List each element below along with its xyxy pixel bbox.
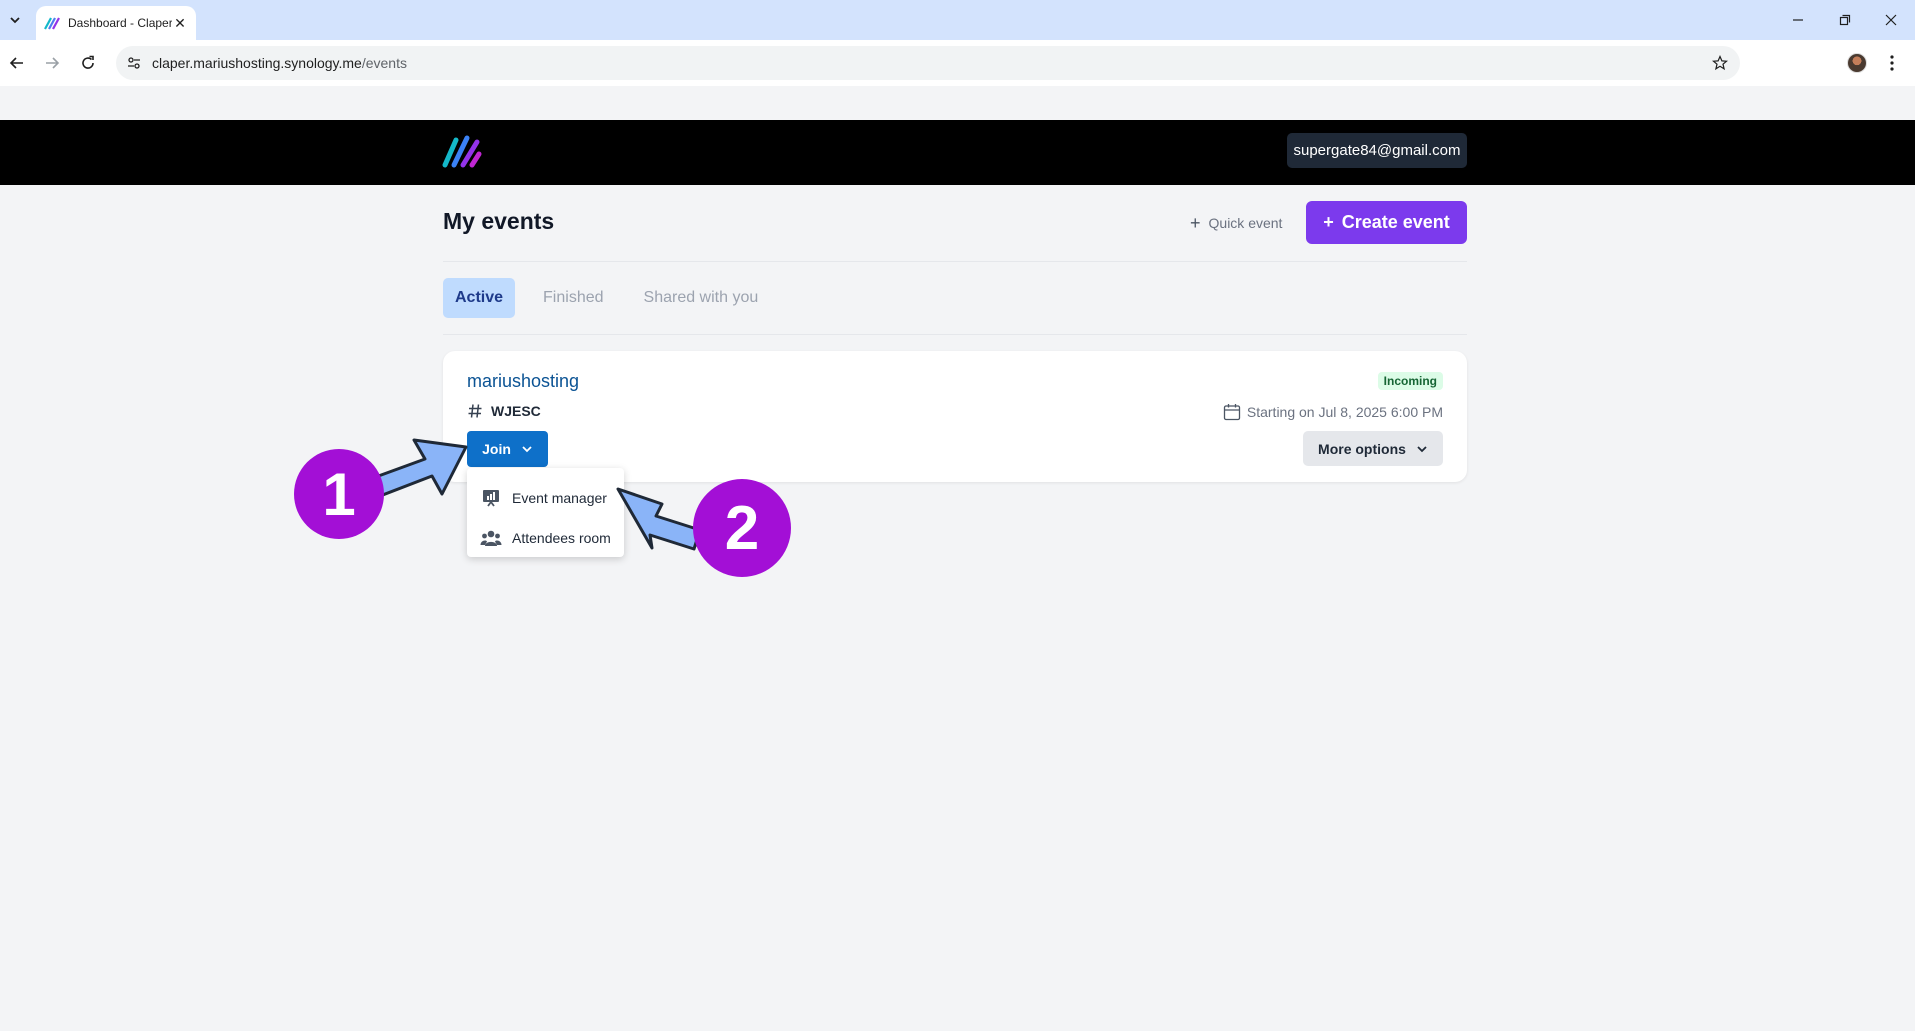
annotation-arrow-2-shape [616, 487, 702, 551]
chevron-down-icon [522, 446, 532, 453]
window-close-icon[interactable] [1879, 8, 1903, 32]
menu-item-label: Attendees room [512, 530, 611, 546]
event-card: mariushosting Incoming WJESC Starting on… [443, 351, 1467, 482]
browser-tabstrip: Dashboard - Claper ✕ [0, 0, 1915, 40]
create-event-label: Create event [1341, 212, 1450, 232]
page-title: My events [443, 208, 555, 234]
plus-icon: + [1190, 212, 1201, 233]
url-path: /events [361, 55, 407, 71]
calendar-icon [1223, 404, 1241, 421]
join-dropdown-menu: Event manager Attendees room [467, 468, 624, 557]
bookmark-star-icon[interactable] [1710, 53, 1730, 73]
url-text: claper.mariushosting.synology.me/events [152, 55, 407, 71]
address-bar[interactable]: claper.mariushosting.synology.me/events [116, 46, 1740, 80]
profile-avatar[interactable] [1847, 53, 1867, 73]
minimize-icon[interactable] [1786, 8, 1810, 32]
forward-arrow-icon[interactable] [39, 50, 65, 76]
tab-active[interactable]: Active [443, 278, 516, 318]
claper-favicon-icon [44, 17, 60, 30]
back-arrow-icon[interactable] [4, 50, 30, 76]
create-event-button[interactable]: + Create event [1306, 201, 1467, 244]
browser-toolbar: claper.mariushosting.synology.me/events [0, 40, 1915, 86]
tab-title: Dashboard - Claper [68, 16, 172, 30]
event-name-link[interactable]: mariushosting [467, 371, 579, 392]
tab-shared-with-you[interactable]: Shared with you [632, 278, 771, 318]
divider [443, 334, 1467, 335]
tab-finished[interactable]: Finished [531, 278, 615, 318]
restore-icon[interactable] [1833, 8, 1857, 32]
event-start-date: Starting on Jul 8, 2025 6:00 PM [1223, 403, 1443, 421]
presentation-chart-icon [480, 487, 502, 509]
menu-item-event-manager[interactable]: Event manager [467, 478, 624, 518]
quick-event-label: Quick event [1208, 215, 1283, 231]
quick-event-button[interactable]: + Quick event [1190, 210, 1282, 236]
claper-logo-icon[interactable] [442, 134, 482, 170]
tab-search-chevron-down-icon[interactable] [3, 8, 27, 32]
event-code: WJESC [467, 403, 541, 419]
site-info-tune-icon[interactable] [124, 53, 144, 73]
user-menu-button[interactable]: supergate84@gmail.com [1287, 133, 1467, 168]
event-code-text: WJESC [491, 403, 541, 419]
plus-icon: + [1323, 212, 1334, 232]
annotation-step-2: 2 [693, 479, 791, 577]
menu-item-label: Event manager [512, 490, 607, 506]
url-host: claper.mariushosting.synology.me [152, 55, 362, 71]
divider [443, 261, 1467, 262]
reload-icon[interactable] [75, 50, 101, 76]
more-options-label: More options [1318, 440, 1406, 457]
browser-tab[interactable]: Dashboard - Claper ✕ [36, 6, 196, 40]
menu-item-attendees-room[interactable]: Attendees room [467, 518, 624, 558]
annotation-step-1: 1 [294, 449, 384, 539]
join-button[interactable]: Join [467, 431, 548, 467]
status-badge: Incoming [1377, 372, 1443, 390]
join-label: Join [482, 441, 511, 457]
event-start-text: Starting on Jul 8, 2025 6:00 PM [1246, 404, 1443, 420]
event-tabs: Active Finished Shared with you [443, 278, 786, 318]
users-icon [480, 527, 502, 549]
app-header: supergate84@gmail.com [0, 120, 1915, 185]
hash-icon [468, 404, 482, 418]
browser-menu-kebab-icon[interactable] [1882, 52, 1902, 74]
tab-close-icon[interactable]: ✕ [172, 15, 188, 31]
more-options-button[interactable]: More options [1303, 431, 1443, 466]
chevron-down-icon [1417, 445, 1427, 452]
